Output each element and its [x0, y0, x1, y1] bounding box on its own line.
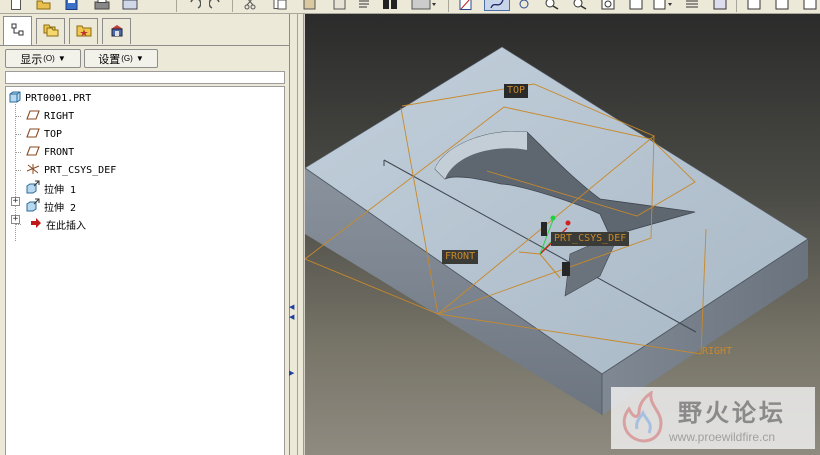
tree-root-part[interactable]: PRT0001.PRT	[9, 91, 91, 105]
expand-right-icon[interactable]: ▶	[289, 370, 295, 378]
flame-logo	[622, 391, 663, 443]
email-icon[interactable]	[122, 0, 138, 11]
open-icon[interactable]	[36, 0, 52, 11]
extrude-icon	[26, 180, 40, 197]
connections-icon	[109, 23, 125, 40]
settings-menu-label: 设置	[98, 53, 121, 66]
spin-icon[interactable]	[516, 0, 532, 11]
favorites-tab[interactable]	[69, 18, 98, 44]
model-tree-tab[interactable]	[3, 16, 32, 45]
watermark-url: www.proewildfire.cn	[669, 430, 776, 444]
datum-plane-icon	[26, 145, 40, 159]
connections-tab[interactable]	[102, 18, 131, 44]
extrude-icon	[26, 198, 40, 215]
tree-item-label: PRT_CSYS_DEF	[44, 164, 117, 176]
select-box-icon[interactable]	[410, 0, 438, 11]
zoom-in-icon[interactable]	[544, 0, 560, 11]
shaded-icon[interactable]	[746, 0, 762, 11]
insert-arrow-icon	[30, 217, 42, 232]
top-plane-label[interactable]: TOP	[504, 84, 529, 98]
tree-item-label: 在此插入	[46, 220, 86, 232]
csys-icon	[26, 163, 40, 178]
settings-menu-button[interactable]: 设置 (G) ▼	[84, 49, 158, 68]
tree-item-label: RIGHT	[44, 110, 75, 122]
tree-root-label: PRT0001.PRT	[25, 92, 92, 104]
tree-item-label: 拉伸 2	[44, 202, 77, 214]
favorites-icon	[76, 23, 92, 40]
find-icon[interactable]	[382, 0, 398, 11]
layers-icon[interactable]	[684, 0, 700, 11]
front-plane-label[interactable]: FRONT	[442, 250, 479, 264]
tree-icon	[11, 23, 25, 40]
model-tree: PRT0001.PRT RIGHT TOP FRONT PRT_CSYS_DEF…	[5, 86, 285, 455]
print-icon[interactable]	[94, 0, 110, 11]
tree-item-right[interactable]: RIGHT	[26, 109, 74, 123]
redo-icon[interactable]	[208, 0, 224, 11]
reorient-icon[interactable]	[628, 0, 644, 11]
cut-icon[interactable]	[242, 0, 258, 11]
pro-engineer-window: 显示 (O) ▼ 设置 (G) ▼ PRT0001.PRT RIGHT TOP …	[0, 0, 820, 455]
expand-toggle-extrude-1[interactable]: +	[11, 197, 20, 206]
tab-divider	[0, 45, 290, 46]
paste-special-icon[interactable]	[332, 0, 348, 11]
forum-watermark: 野火论坛 www.proewildfire.cn	[611, 387, 815, 449]
tree-item-label: 拉伸 1	[44, 184, 77, 196]
datum-plane-icon	[26, 109, 40, 123]
tree-item-label: TOP	[44, 128, 63, 140]
regenerate-icon[interactable]	[356, 0, 372, 11]
copy-icon[interactable]	[272, 0, 288, 11]
saved-views-icon[interactable]	[652, 0, 674, 11]
tree-filter-bar[interactable]	[5, 71, 285, 84]
main-toolbar	[0, 0, 820, 14]
new-icon[interactable]	[8, 0, 24, 11]
refit-icon[interactable]	[600, 0, 616, 11]
navigator-tabs	[3, 16, 283, 46]
show-menu-button[interactable]: 显示 (O) ▼	[5, 49, 81, 68]
display-style-icon[interactable]	[712, 0, 728, 11]
settings-menu-shortcut: (G)	[121, 54, 133, 63]
folders-icon	[43, 23, 59, 40]
tree-item-label: FRONT	[44, 146, 75, 158]
csys-label[interactable]: PRT_CSYS_DEF	[551, 232, 630, 246]
tree-item-csys[interactable]: PRT_CSYS_DEF	[26, 163, 116, 177]
chevron-down-icon: ▼	[57, 54, 66, 63]
navigator-panel: 显示 (O) ▼ 设置 (G) ▼ PRT0001.PRT RIGHT TOP …	[0, 14, 290, 455]
show-menu-label: 显示	[20, 53, 43, 66]
panel-splitter[interactable]: ◀ ◀ ▶	[289, 14, 304, 455]
paste-icon[interactable]	[302, 0, 318, 11]
hidden-line-icon[interactable]	[774, 0, 790, 11]
save-icon[interactable]	[64, 0, 80, 11]
tree-item-front[interactable]: FRONT	[26, 145, 74, 159]
chevron-down-icon: ▼	[135, 54, 144, 63]
tree-item-top[interactable]: TOP	[26, 127, 62, 141]
sketch-icon[interactable]	[458, 0, 474, 11]
right-plane-label[interactable]: RIGHT	[699, 345, 735, 359]
wireframe-icon[interactable]	[802, 0, 818, 11]
tree-item-insert-here[interactable]: 在此插入	[30, 217, 86, 232]
folder-browser-tab[interactable]	[36, 18, 65, 44]
watermark-title: 野火论坛	[678, 399, 786, 427]
expand-toggle-extrude-2[interactable]: +	[11, 215, 20, 224]
collapse-left-icon[interactable]: ◀	[289, 314, 295, 322]
collapse-left-icon[interactable]: ◀	[289, 304, 295, 312]
tree-item-extrude-1[interactable]: 拉伸 1	[26, 180, 77, 197]
part-icon	[9, 91, 21, 106]
datum-plane-icon	[26, 127, 40, 141]
undo-icon[interactable]	[186, 0, 202, 11]
show-menu-shortcut: (O)	[43, 54, 55, 63]
zoom-out-icon[interactable]	[572, 0, 588, 11]
spline-icon[interactable]	[484, 0, 510, 11]
tree-item-extrude-2[interactable]: 拉伸 2	[26, 198, 77, 215]
